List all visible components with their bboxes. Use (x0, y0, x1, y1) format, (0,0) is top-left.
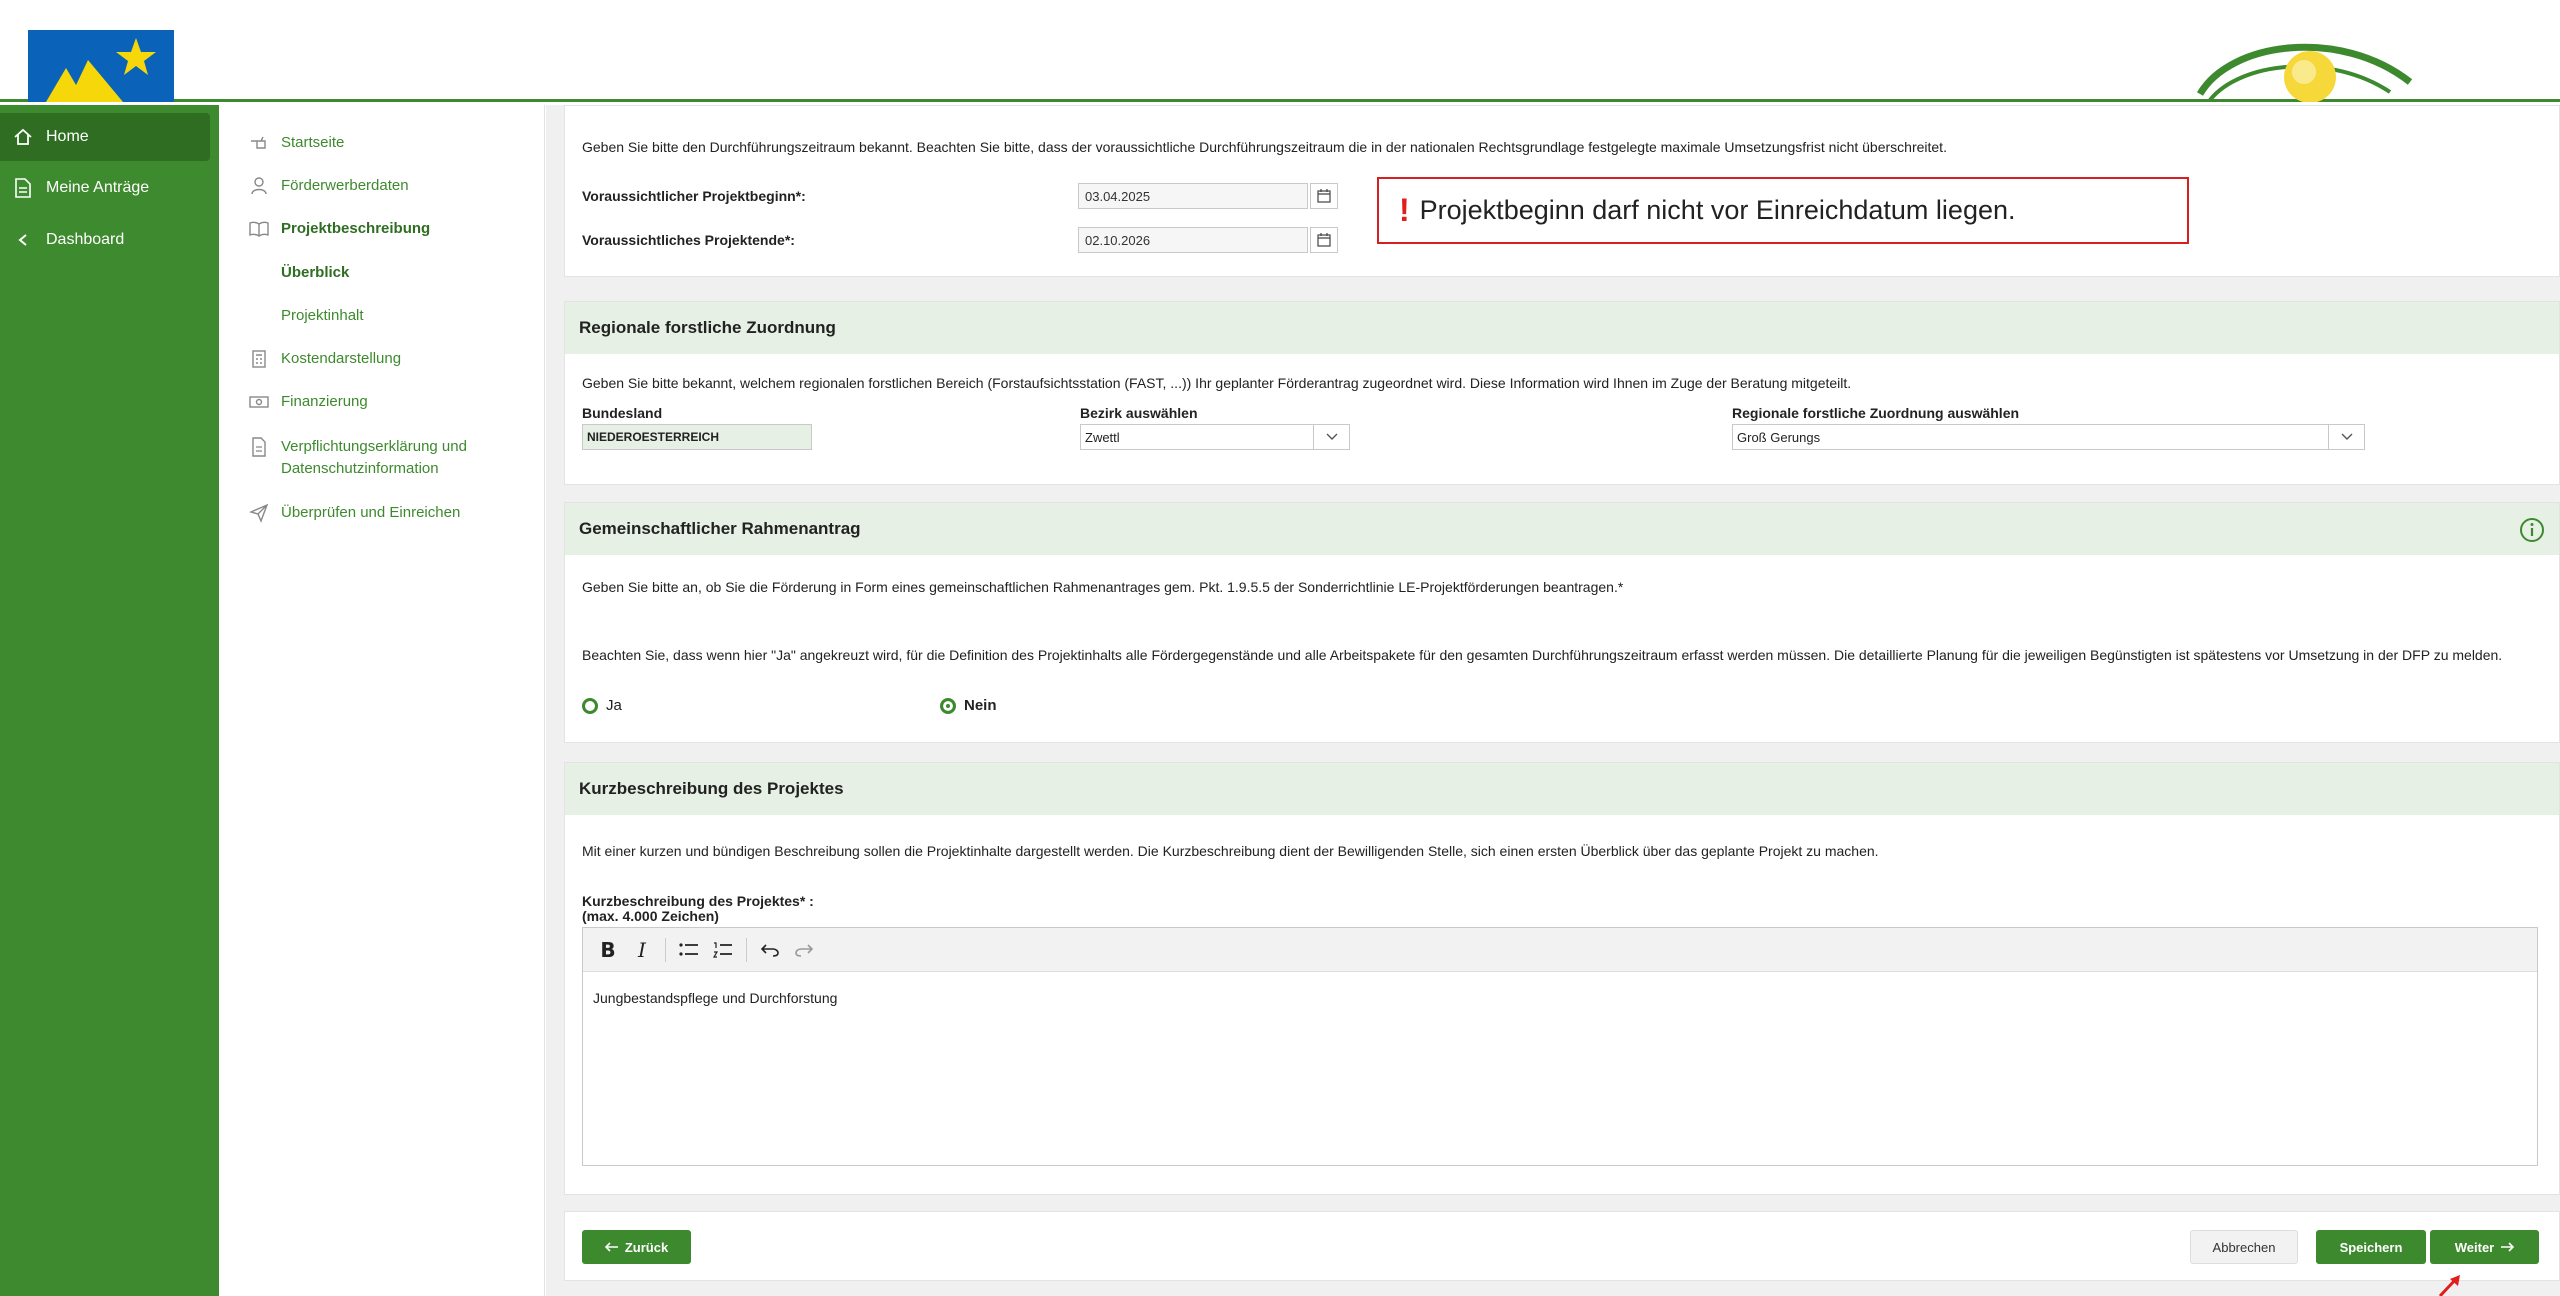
bullet-list-icon[interactable] (674, 935, 704, 965)
bundesland-label: Bundesland (582, 405, 663, 421)
subnav-item-startseite[interactable]: Startseite (249, 132, 344, 154)
toolbar-divider (665, 937, 666, 962)
pointing-hand-icon (249, 133, 269, 153)
undo-icon[interactable] (755, 935, 785, 965)
main-sidebar: Home Meine Anträge Dashboard (0, 105, 219, 1296)
open-book-icon (249, 219, 269, 239)
rich-text-editor[interactable]: B I Jungbestandspflege und Durchforstung (582, 927, 2538, 1166)
chevron-down-icon (1313, 425, 1349, 449)
subnav-item-ueberblick[interactable]: Überblick (281, 262, 349, 284)
regional-title: Regionale forstliche Zuordnung (565, 302, 2559, 354)
bezirk-select[interactable]: Zwettl (1080, 424, 1350, 450)
save-button[interactable]: Speichern (2316, 1230, 2426, 1264)
sidebar-item-label: Dashboard (46, 231, 125, 248)
user-icon (249, 176, 269, 196)
kurz-field-hint: (max. 4.000 Zeichen) (582, 908, 719, 924)
document-icon (249, 437, 269, 457)
sidebar-item-dashboard[interactable]: Dashboard (0, 216, 219, 264)
subnav-item-finanzierung[interactable]: Finanzierung (249, 391, 368, 413)
period-card: Geben Sie bitte den Durchführungszeitrau… (564, 105, 2560, 277)
home-icon (12, 126, 34, 148)
error-text: Projektbeginn darf nicht vor Einreichdat… (1419, 195, 2016, 225)
end-date-label: Voraussichtliches Projektende*: (582, 232, 795, 248)
radio-nein[interactable]: Nein (940, 697, 997, 714)
kurz-field-label: Kurzbeschreibung des Projektes* : (582, 893, 814, 909)
subnav-item-projektinhalt[interactable]: Projektinhalt (281, 305, 364, 327)
calculator-icon (249, 349, 269, 369)
annotation-arrow-icon (2438, 1275, 2460, 1296)
regional-intro: Geben Sie bitte bekannt, welchem regiona… (582, 375, 1852, 391)
chevron-left-icon (12, 229, 34, 251)
le-sun-logo (2196, 43, 2413, 102)
subnav-item-foerderwerberdaten[interactable]: Förderwerberdaten (249, 175, 409, 197)
redo-icon[interactable] (789, 935, 819, 965)
kurz-intro: Mit einer kurzen und bündigen Beschreibu… (582, 843, 1879, 859)
toolbar-divider (746, 937, 747, 962)
period-intro: Geben Sie bitte den Durchführungszeitrau… (582, 139, 1947, 155)
bold-icon[interactable]: B (593, 935, 623, 965)
chevron-down-icon (2328, 425, 2364, 449)
arrow-right-icon (2500, 1240, 2515, 1255)
italic-icon[interactable]: I (627, 935, 657, 965)
send-icon (248, 503, 269, 523)
exclamation-icon: ! (1399, 192, 1410, 228)
rahmenantrag-card: Gemeinschaftlicher Rahmenantrag Geben Si… (564, 502, 2560, 743)
app-header (0, 0, 2560, 102)
editor-toolbar: B I (583, 928, 2537, 972)
zuordnung-select[interactable]: Groß Gerungs (1732, 424, 2365, 450)
next-button[interactable]: Weiter (2430, 1230, 2539, 1264)
arrow-left-icon (604, 1240, 619, 1255)
subnav-item-kostendarstellung[interactable]: Kostendarstellung (249, 348, 401, 370)
zuordnung-label: Regionale forstliche Zuordnung auswählen (1732, 405, 2020, 421)
rahmen-question: Geben Sie bitte an, ob Sie die Förderung… (582, 579, 1624, 595)
radio-circle (582, 697, 598, 714)
project-subnav: Startseite Förderwerberdaten Projektbesc… (219, 105, 545, 1296)
kurzbeschreibung-title: Kurzbeschreibung des Projektes (565, 763, 2559, 815)
subnav-item-verpflichtungserklaerung[interactable]: Verpflichtungserklärung und Datenschutzi… (249, 436, 479, 480)
calendar-icon[interactable] (1310, 183, 1338, 209)
end-date-field[interactable]: 02.10.2026 (1078, 227, 1308, 253)
back-button[interactable]: Zurück (582, 1230, 691, 1264)
subnav-item-projektbeschreibung[interactable]: Projektbeschreibung (249, 218, 430, 240)
footer-actions: Zurück Abbrechen Speichern Weiter (564, 1211, 2560, 1281)
rahmenantrag-title: Gemeinschaftlicher Rahmenantrag (565, 503, 2559, 555)
document-icon (12, 177, 34, 199)
regional-card: Regionale forstliche Zuordnung Geben Sie… (564, 301, 2560, 485)
error-message-box: ! Projektbeginn darf nicht vor Einreichd… (1377, 177, 2189, 244)
cancel-button[interactable]: Abbrechen (2190, 1230, 2298, 1264)
rahmen-note: Beachten Sie, dass wenn hier "Ja" angekr… (582, 647, 2503, 663)
subnav-item-ueberpruefen[interactable]: Überprüfen und Einreichen (248, 502, 460, 524)
main-content: Geben Sie bitte den Durchführungszeitrau… (546, 105, 2560, 1296)
noe-logo (28, 30, 174, 102)
info-icon[interactable] (2519, 517, 2545, 543)
sidebar-item-home[interactable]: Home (0, 113, 210, 161)
sidebar-item-label: Home (46, 128, 89, 145)
radio-ja[interactable]: Ja (582, 697, 622, 714)
numbered-list-icon[interactable] (708, 935, 738, 965)
bundesland-field: NIEDEROESTERREICH (582, 424, 812, 450)
bezirk-label: Bezirk auswählen (1080, 405, 1198, 421)
sidebar-item-meine-antraege[interactable]: Meine Anträge (0, 164, 219, 212)
calendar-icon[interactable] (1310, 227, 1338, 253)
money-icon (249, 392, 269, 412)
radio-circle-selected (940, 697, 956, 714)
start-date-label: Voraussichtlicher Projektbeginn*: (582, 188, 806, 204)
sidebar-item-label: Meine Anträge (46, 179, 150, 196)
kurzbeschreibung-card: Kurzbeschreibung des Projektes Mit einer… (564, 762, 2560, 1195)
editor-content: Jungbestandspflege und Durchforstung (593, 990, 838, 1006)
start-date-field[interactable]: 03.04.2025 (1078, 183, 1308, 209)
